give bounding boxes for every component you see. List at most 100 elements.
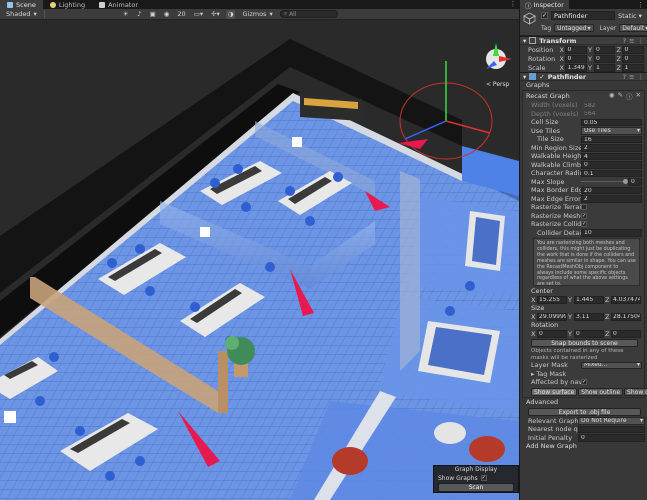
2d-mode-button[interactable]: 2D	[49, 10, 117, 19]
effects-toggle-icon[interactable]: ▣	[148, 10, 158, 19]
audio-toggle-icon[interactable]: ♪	[135, 10, 144, 19]
layers-count[interactable]: 20	[175, 10, 187, 19]
add-new-graph-title[interactable]: Add New Graph	[520, 442, 647, 451]
scale-z-field[interactable]: 1	[622, 63, 644, 72]
max-edge-error-field[interactable]: 2	[581, 195, 642, 203]
rotation-x-field[interactable]: 0	[565, 54, 587, 63]
layer-dropdown[interactable]: Default▾	[619, 24, 647, 32]
walkable-climb-field[interactable]: 0	[581, 161, 642, 169]
position-z-field[interactable]: 0	[622, 45, 644, 54]
position-y-field[interactable]: 0	[593, 45, 616, 54]
lighting-toggle-icon[interactable]: ☀	[121, 10, 131, 19]
info-icon[interactable]: ⓘ	[626, 91, 633, 101]
pathfinder-header[interactable]: ▾ ✓ Pathfinder ? ≡ ⋮	[520, 72, 647, 81]
tag-mask-row[interactable]: ▸ Tag Mask	[523, 370, 644, 379]
min-region-size-field[interactable]: 2	[581, 144, 642, 152]
object-active-checkbox[interactable]: ✓	[541, 12, 548, 19]
tab-scene[interactable]: Scene	[0, 0, 43, 9]
max-slope-slider[interactable]: 0	[581, 178, 642, 186]
tab-animator[interactable]: Animator	[92, 0, 145, 9]
export-obj-button[interactable]: Export to .obj file	[528, 407, 641, 416]
nearest-node-field[interactable]	[578, 425, 645, 433]
static-toggle[interactable]: Static ▾	[618, 12, 642, 20]
affected-by-navmesh-checkbox[interactable]: ✓	[581, 379, 587, 386]
initial-penalty-field[interactable]: 0	[578, 434, 645, 442]
shading-mode-dropdown[interactable]: Shaded ▾	[3, 10, 40, 19]
scene-search-input[interactable]: ⌕ All	[279, 10, 338, 18]
layer-mask-value: Mixed...	[584, 361, 608, 369]
gizmos-dropdown[interactable]: Gizmos ▾	[239, 10, 275, 19]
use-tiles-dropdown[interactable]: Use Tiles ▾	[581, 127, 642, 135]
advanced-title[interactable]: Advanced	[520, 398, 647, 407]
help-icon[interactable]: ?	[623, 37, 626, 45]
scene-render[interactable]	[0, 21, 519, 500]
character-radius-field[interactable]: 0.1	[581, 169, 642, 177]
pathfinder-enabled-checkbox[interactable]: ✓	[539, 73, 544, 81]
tab-inspector[interactable]: ⓘ Inspector	[520, 0, 569, 10]
transform-header[interactable]: ▾ Transform ? ≡ ⋮	[520, 36, 647, 45]
center-z-field[interactable]: 4.037474	[611, 295, 641, 304]
scan-button[interactable]: Scan	[438, 483, 514, 492]
layers-visible-icon[interactable]: ◉	[162, 10, 172, 19]
rasterize-meshes-checkbox[interactable]: ✓	[581, 212, 587, 219]
show-graphs-checkbox[interactable]: ✓	[480, 475, 487, 481]
close-icon[interactable]: ✕	[636, 91, 641, 101]
cell-size-row: Cell Size 0.05	[523, 118, 644, 127]
tile-size-row: Tile Size 16	[523, 135, 644, 144]
show-surface-button[interactable]: Show surface	[531, 387, 578, 396]
rotation-y-field[interactable]: 0	[593, 54, 616, 63]
more-icon[interactable]: ⋮	[638, 73, 645, 81]
tag-dropdown[interactable]: Untagged ▾	[554, 24, 594, 32]
visibility-toggle-icon[interactable]: ◑	[225, 9, 236, 19]
rotation-bounds-z-field[interactable]: 0	[611, 329, 641, 338]
tile-size-field[interactable]: 16	[581, 135, 642, 143]
help-icon[interactable]: ?	[623, 73, 626, 81]
position-x-field[interactable]: 0	[565, 45, 587, 54]
rotation-bounds-y-field[interactable]: 0	[574, 329, 604, 338]
object-name-input[interactable]: Pathfinder	[551, 11, 615, 20]
scene-tab-menu-icon[interactable]: ⋮	[507, 0, 519, 9]
snap-bounds-button[interactable]: Snap bounds to scene	[531, 339, 638, 347]
show-outline-button[interactable]: Show outline	[578, 387, 624, 396]
relevant-graph-dropdown[interactable]: Do Not Require ▾	[578, 417, 645, 425]
object-header: ✓ Pathfinder Static ▾ Tag Untagged ▾ Laye…	[520, 9, 647, 36]
preset-icon[interactable]: ≡	[629, 37, 634, 45]
eye-icon[interactable]: ◉	[609, 91, 615, 101]
walkable-height-row: Walkable Height 4	[523, 152, 644, 161]
initial-penalty-row: Initial Penalty 0	[520, 434, 647, 443]
rasterize-terrain-checkbox[interactable]	[581, 204, 587, 211]
scale-x-field[interactable]: 1.349	[565, 63, 587, 72]
collider-detail-field[interactable]: 10	[581, 229, 642, 237]
cell-size-field[interactable]: 0.05	[581, 118, 642, 126]
center-y-field[interactable]: 1.445	[574, 295, 604, 304]
preset-icon[interactable]: ≡	[629, 73, 634, 81]
size-x-field[interactable]: 29.09999	[537, 312, 567, 321]
lounge-chair-red-2	[469, 436, 505, 462]
pencil-icon[interactable]: ✎	[618, 91, 623, 101]
rasterize-colliders-checkbox[interactable]: ✓	[581, 221, 587, 228]
recast-graph-header[interactable]: Recast Graph ◉ ✎ ⓘ ✕	[523, 91, 644, 101]
persp-label[interactable]: < Persp	[486, 81, 509, 88]
center-x-field[interactable]: 15.255	[537, 295, 567, 304]
rotation-bounds-x-field[interactable]: 0	[537, 329, 567, 338]
max-border-edge-field[interactable]: 20	[581, 186, 642, 194]
layer-mask-dropdown[interactable]: Mixed... ▾	[581, 361, 642, 369]
more-icon[interactable]: ⋮	[638, 37, 645, 45]
mask-note: Objects contained in any of these masks …	[531, 348, 624, 361]
max-slope-track[interactable]	[581, 179, 628, 185]
inspector-menu-icon[interactable]: ⋮	[637, 1, 647, 9]
nearest-node-label: Nearest node quer	[528, 425, 578, 434]
scene-viewport[interactable]: < Persp Graph Display Show Graphs ✓ Scan	[0, 21, 519, 500]
rotation-z-field[interactable]: 0	[622, 54, 644, 63]
size-y-field[interactable]: 3.11	[574, 312, 604, 321]
tools-icon[interactable]: ✢▾	[209, 10, 222, 19]
max-border-edge-row: Max Border Edge Le 20	[523, 186, 644, 195]
show-graphs-row[interactable]: Show Graphs ✓	[434, 474, 518, 482]
scale-y-field[interactable]: 1	[593, 63, 616, 72]
tab-lighting[interactable]: Lighting	[43, 0, 92, 9]
max-slope-field[interactable]: 0	[628, 178, 642, 186]
show-connections-button[interactable]: Show connec	[624, 387, 647, 396]
scene-camera-icon[interactable]: ▭▾	[192, 10, 205, 19]
size-z-field[interactable]: 28.17504	[611, 312, 641, 321]
walkable-height-field[interactable]: 4	[581, 152, 642, 160]
